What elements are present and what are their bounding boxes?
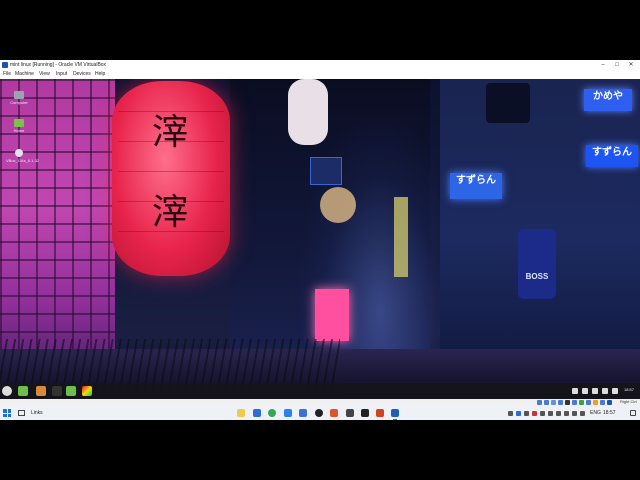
wallpaper-dark-sign: [486, 83, 530, 123]
shared-folder-status-icon[interactable]: [572, 400, 577, 405]
terminal-icon[interactable]: [361, 409, 369, 417]
start-button[interactable]: [3, 409, 11, 417]
lantern-glyph-top: 滓: [151, 112, 188, 153]
computer-icon: [14, 91, 24, 99]
folder-icon: [14, 119, 24, 127]
record-icon[interactable]: [315, 409, 323, 417]
disc-icon: [15, 149, 23, 157]
desktop-icon-vbox-gas[interactable]: VBox_GAs_6.1.32: [6, 149, 39, 163]
guest-panel: 18:57: [0, 383, 640, 399]
office-icon[interactable]: [376, 409, 384, 417]
guest-clock[interactable]: 18:57: [624, 387, 634, 392]
minimize-button[interactable]: –: [596, 60, 610, 70]
volume-icon[interactable]: [580, 411, 585, 416]
menu-bar: File Machine View Input Devices Help: [0, 70, 640, 79]
chevron-up-icon[interactable]: [508, 411, 513, 416]
host-key-label: Right Ctrl: [620, 399, 637, 404]
volume-icon[interactable]: [592, 388, 598, 394]
battery-icon[interactable]: [564, 411, 569, 416]
wallpaper-sign-pink: [315, 289, 349, 341]
wallpaper-sign-kameya: かめや: [584, 89, 632, 111]
boss-text: BOSS: [525, 272, 549, 281]
virtualbox-window: mint linux [Running] - Oracle VM Virtual…: [0, 60, 640, 406]
menu-help[interactable]: Help: [95, 70, 105, 79]
folder-icon[interactable]: [66, 386, 76, 396]
guest-desktop[interactable]: 滓 滓 かめや すずらん すずらん BOSS Computer Home VBo…: [0, 79, 640, 399]
hdd-status-icon[interactable]: [537, 400, 542, 405]
mouse-status-icon[interactable]: [600, 400, 605, 405]
desktop-icon-label: Home: [13, 128, 25, 133]
maximize-button[interactable]: □: [610, 60, 624, 70]
close-button[interactable]: ✕: [624, 60, 638, 70]
network-icon[interactable]: [582, 388, 588, 394]
color-icon[interactable]: [82, 386, 92, 396]
firefox-icon[interactable]: [36, 386, 46, 396]
vscode-icon[interactable]: [284, 409, 292, 417]
notification-icon[interactable]: [630, 410, 636, 416]
lantern-glyph-bottom: 滓: [151, 192, 188, 233]
usb-status-icon[interactable]: [565, 400, 570, 405]
keyboard-status-icon[interactable]: [607, 400, 612, 405]
task-view-icon[interactable]: [18, 410, 25, 416]
menu-input[interactable]: Input: [56, 70, 67, 79]
mail-icon[interactable]: [253, 409, 261, 417]
desktop-icon-computer[interactable]: Computer: [6, 91, 32, 105]
menu-icon[interactable]: [2, 386, 12, 396]
wallpaper-sign-suzuran: すずらん: [586, 145, 638, 167]
chrome-icon[interactable]: [268, 409, 276, 417]
desktop-icon-home[interactable]: Home: [6, 119, 32, 133]
optical-status-icon[interactable]: [544, 400, 549, 405]
virtualbox-icon[interactable]: [391, 409, 399, 420]
update-icon[interactable]: [612, 388, 618, 394]
terminal-icon[interactable]: [52, 386, 62, 396]
wallpaper-sign-boss: BOSS: [518, 229, 556, 299]
title-bar[interactable]: mint linux [Running] - Oracle VM Virtual…: [0, 60, 640, 70]
wallpaper-lantern: 滓 滓: [112, 81, 230, 276]
display-status-icon[interactable]: [579, 400, 584, 405]
menu-devices[interactable]: Devices: [73, 70, 91, 79]
virtualbox-app-icon: [2, 62, 8, 68]
bluetooth-icon[interactable]: [548, 411, 553, 416]
desktop-icon-label: Computer: [10, 100, 28, 105]
antivirus-icon[interactable]: [532, 411, 537, 416]
recording-status-icon[interactable]: [586, 400, 591, 405]
microphone-icon[interactable]: [540, 411, 545, 416]
battery-icon[interactable]: [602, 388, 608, 394]
cloud-icon[interactable]: [516, 411, 521, 416]
app-icon[interactable]: [346, 409, 354, 417]
tray-app-icon[interactable]: [524, 411, 529, 416]
wallpaper-sign-small: [310, 157, 342, 185]
wallpaper-sign-suzuran-2: すずらん: [450, 173, 502, 199]
wallpaper-paper-lantern: [288, 79, 328, 145]
wallpaper-sign-round: [320, 187, 356, 223]
clock[interactable]: 18:57: [603, 408, 616, 418]
audio-status-icon[interactable]: [551, 400, 556, 405]
virtualbox-status-bar: Right Ctrl: [0, 399, 640, 406]
windows-taskbar: Links ENG 18:57: [0, 406, 640, 420]
store-icon[interactable]: [299, 409, 307, 417]
files-icon[interactable]: [18, 386, 28, 396]
menu-file[interactable]: File: [3, 70, 11, 79]
brave-icon[interactable]: [330, 409, 338, 417]
window-title: mint linux [Running] - Oracle VM Virtual…: [10, 62, 107, 68]
display-icon[interactable]: [556, 411, 561, 416]
language-indicator[interactable]: ENG: [590, 408, 601, 418]
desktop-icon-label: VBox_GAs_6.1.32: [6, 158, 39, 163]
menu-view[interactable]: View: [39, 70, 50, 79]
network-status-icon[interactable]: [558, 400, 563, 405]
wallpaper-sign-vertical: [394, 197, 408, 277]
menu-machine[interactable]: Machine: [15, 70, 34, 79]
shield-icon[interactable]: [572, 388, 578, 394]
links-toolbar[interactable]: Links: [31, 408, 43, 418]
wifi-icon[interactable]: [572, 411, 577, 416]
file-explorer-icon[interactable]: [237, 409, 245, 417]
cpu-status-icon[interactable]: [593, 400, 598, 405]
